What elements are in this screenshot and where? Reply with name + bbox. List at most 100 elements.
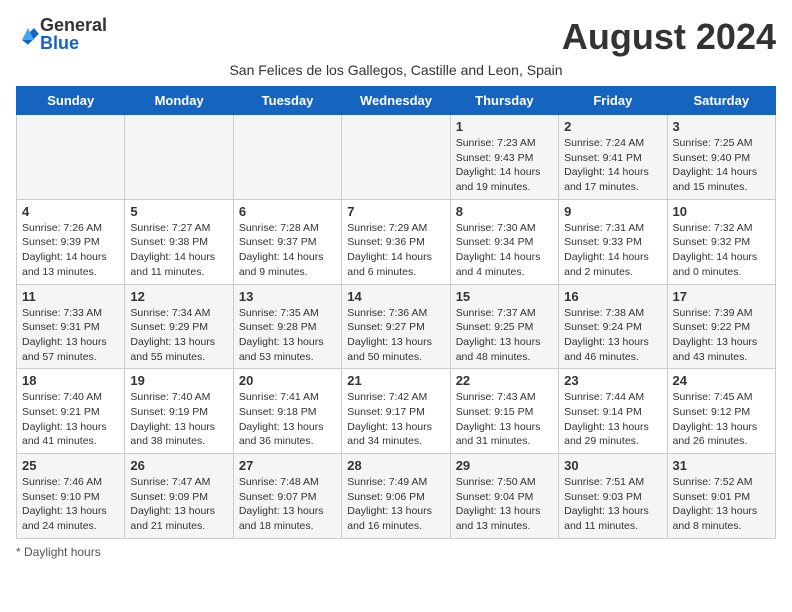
- logo-blue-text: Blue: [40, 34, 107, 52]
- day-number: 11: [22, 289, 119, 304]
- day-info: Sunrise: 7:32 AMSunset: 9:32 PMDaylight:…: [673, 222, 758, 278]
- calendar-cell: 27 Sunrise: 7:48 AMSunset: 9:07 PMDayligh…: [233, 454, 341, 539]
- day-number: 10: [673, 204, 770, 219]
- day-number: 9: [564, 204, 661, 219]
- calendar-cell: 13 Sunrise: 7:35 AMSunset: 9:28 PMDayligh…: [233, 284, 341, 369]
- footer-note: * Daylight hours: [16, 545, 776, 559]
- calendar-cell: 7Sunrise: 7:29 AMSunset: 9:36 PMDaylight…: [342, 199, 450, 284]
- logo-general-text: General: [40, 16, 107, 34]
- day-info: Sunrise: 7:40 AMSunset: 9:19 PMDaylight:…: [130, 391, 215, 447]
- day-number: 28: [347, 458, 444, 473]
- day-info: Sunrise: 7:27 AMSunset: 9:38 PMDaylight:…: [130, 222, 215, 278]
- calendar-cell: 30 Sunrise: 7:51 AMSunset: 9:03 PMDayligh…: [559, 454, 667, 539]
- day-number: 18: [22, 373, 119, 388]
- day-number: 14: [347, 289, 444, 304]
- calendar-week-row: 18Sunrise: 7:40 AMSunset: 9:21 PMDayligh…: [17, 369, 776, 454]
- day-info: Sunrise: 7:49 AMSunset: 9:06 PMDaylight:…: [347, 476, 432, 532]
- calendar-day-header: Thursday: [450, 87, 558, 115]
- calendar-cell: 2Sunrise: 7:24 AMSunset: 9:41 PMDaylight…: [559, 115, 667, 200]
- calendar-cell: 10 Sunrise: 7:32 AMSunset: 9:32 PMDayligh…: [667, 199, 775, 284]
- day-info: Sunrise: 7:28 AMSunset: 9:37 PMDaylight:…: [239, 222, 324, 278]
- day-info: Sunrise: 7:48 AMSunset: 9:07 PMDaylight:…: [239, 476, 324, 532]
- day-number: 7: [347, 204, 444, 219]
- day-number: 1: [456, 119, 553, 134]
- calendar-day-header: Friday: [559, 87, 667, 115]
- day-number: 23: [564, 373, 661, 388]
- day-number: 27: [239, 458, 336, 473]
- day-info: Sunrise: 7:26 AMSunset: 9:39 PMDaylight:…: [22, 222, 107, 278]
- day-number: 6: [239, 204, 336, 219]
- day-info: Sunrise: 7:24 AMSunset: 9:41 PMDaylight:…: [564, 137, 649, 193]
- calendar-cell: 5 Sunrise: 7:27 AMSunset: 9:38 PMDaylight…: [125, 199, 233, 284]
- day-info: Sunrise: 7:42 AMSunset: 9:17 PMDaylight:…: [347, 391, 432, 447]
- day-info: Sunrise: 7:31 AMSunset: 9:33 PMDaylight:…: [564, 222, 649, 278]
- day-number: 29: [456, 458, 553, 473]
- day-number: 16: [564, 289, 661, 304]
- day-number: 17: [673, 289, 770, 304]
- calendar-table: SundayMondayTuesdayWednesdayThursdayFrid…: [16, 86, 776, 539]
- day-number: 21: [347, 373, 444, 388]
- day-number: 19: [130, 373, 227, 388]
- page-header: General Blue August 2024: [16, 16, 776, 58]
- month-title: August 2024: [562, 16, 776, 58]
- calendar-day-header: Wednesday: [342, 87, 450, 115]
- day-info: Sunrise: 7:47 AMSunset: 9:09 PMDaylight:…: [130, 476, 215, 532]
- day-info: Sunrise: 7:34 AMSunset: 9:29 PMDaylight:…: [130, 307, 215, 363]
- day-number: 4: [22, 204, 119, 219]
- generalblue-icon: [16, 22, 40, 46]
- day-number: 15: [456, 289, 553, 304]
- calendar-cell: 23 Sunrise: 7:44 AMSunset: 9:14 PMDayligh…: [559, 369, 667, 454]
- calendar-cell: 21 Sunrise: 7:42 AMSunset: 9:17 PMDayligh…: [342, 369, 450, 454]
- calendar-cell: 3 Sunrise: 7:25 AMSunset: 9:40 PMDaylight…: [667, 115, 775, 200]
- day-number: 3: [673, 119, 770, 134]
- calendar-cell: 11 Sunrise: 7:33 AMSunset: 9:31 PMDayligh…: [17, 284, 125, 369]
- calendar-cell: [17, 115, 125, 200]
- day-info: Sunrise: 7:46 AMSunset: 9:10 PMDaylight:…: [22, 476, 107, 532]
- day-number: 24: [673, 373, 770, 388]
- calendar-cell: 14 Sunrise: 7:36 AMSunset: 9:27 PMDayligh…: [342, 284, 450, 369]
- day-number: 20: [239, 373, 336, 388]
- logo: General Blue: [16, 16, 107, 52]
- calendar-day-header: Sunday: [17, 87, 125, 115]
- calendar-cell: [233, 115, 341, 200]
- day-info: Sunrise: 7:30 AMSunset: 9:34 PMDaylight:…: [456, 222, 541, 278]
- calendar-cell: 9 Sunrise: 7:31 AMSunset: 9:33 PMDaylight…: [559, 199, 667, 284]
- calendar-week-row: 1Sunrise: 7:23 AMSunset: 9:43 PMDaylight…: [17, 115, 776, 200]
- calendar-cell: 19 Sunrise: 7:40 AMSunset: 9:19 PMDayligh…: [125, 369, 233, 454]
- day-info: Sunrise: 7:33 AMSunset: 9:31 PMDaylight:…: [22, 307, 107, 363]
- day-info: Sunrise: 7:35 AMSunset: 9:28 PMDaylight:…: [239, 307, 324, 363]
- day-info: Sunrise: 7:51 AMSunset: 9:03 PMDaylight:…: [564, 476, 649, 532]
- day-number: 12: [130, 289, 227, 304]
- day-info: Sunrise: 7:50 AMSunset: 9:04 PMDaylight:…: [456, 476, 541, 532]
- page-subtitle: San Felices de los Gallegos, Castille an…: [16, 62, 776, 78]
- calendar-cell: 18Sunrise: 7:40 AMSunset: 9:21 PMDayligh…: [17, 369, 125, 454]
- calendar-cell: 28 Sunrise: 7:49 AMSunset: 9:06 PMDayligh…: [342, 454, 450, 539]
- calendar-cell: 26 Sunrise: 7:47 AMSunset: 9:09 PMDayligh…: [125, 454, 233, 539]
- calendar-cell: 8 Sunrise: 7:30 AMSunset: 9:34 PMDaylight…: [450, 199, 558, 284]
- calendar-cell: [342, 115, 450, 200]
- day-info: Sunrise: 7:44 AMSunset: 9:14 PMDaylight:…: [564, 391, 649, 447]
- calendar-cell: 6 Sunrise: 7:28 AMSunset: 9:37 PMDaylight…: [233, 199, 341, 284]
- calendar-cell: 24 Sunrise: 7:45 AMSunset: 9:12 PMDayligh…: [667, 369, 775, 454]
- calendar-week-row: 25Sunrise: 7:46 AMSunset: 9:10 PMDayligh…: [17, 454, 776, 539]
- day-number: 13: [239, 289, 336, 304]
- calendar-header: SundayMondayTuesdayWednesdayThursdayFrid…: [17, 87, 776, 115]
- day-info: Sunrise: 7:37 AMSunset: 9:25 PMDaylight:…: [456, 307, 541, 363]
- day-number: 5: [130, 204, 227, 219]
- calendar-cell: 12 Sunrise: 7:34 AMSunset: 9:29 PMDayligh…: [125, 284, 233, 369]
- calendar-day-header: Monday: [125, 87, 233, 115]
- calendar-week-row: 11 Sunrise: 7:33 AMSunset: 9:31 PMDayligh…: [17, 284, 776, 369]
- day-info: Sunrise: 7:45 AMSunset: 9:12 PMDaylight:…: [673, 391, 758, 447]
- calendar-cell: 4 Sunrise: 7:26 AMSunset: 9:39 PMDaylight…: [17, 199, 125, 284]
- day-number: 8: [456, 204, 553, 219]
- calendar-cell: 25Sunrise: 7:46 AMSunset: 9:10 PMDayligh…: [17, 454, 125, 539]
- calendar-cell: 20Sunrise: 7:41 AMSunset: 9:18 PMDayligh…: [233, 369, 341, 454]
- day-info: Sunrise: 7:25 AMSunset: 9:40 PMDaylight:…: [673, 137, 758, 193]
- day-info: Sunrise: 7:43 AMSunset: 9:15 PMDaylight:…: [456, 391, 541, 447]
- day-info: Sunrise: 7:38 AMSunset: 9:24 PMDaylight:…: [564, 307, 649, 363]
- day-number: 26: [130, 458, 227, 473]
- day-number: 30: [564, 458, 661, 473]
- calendar-cell: [125, 115, 233, 200]
- day-info: Sunrise: 7:36 AMSunset: 9:27 PMDaylight:…: [347, 307, 432, 363]
- calendar-body: 1Sunrise: 7:23 AMSunset: 9:43 PMDaylight…: [17, 115, 776, 539]
